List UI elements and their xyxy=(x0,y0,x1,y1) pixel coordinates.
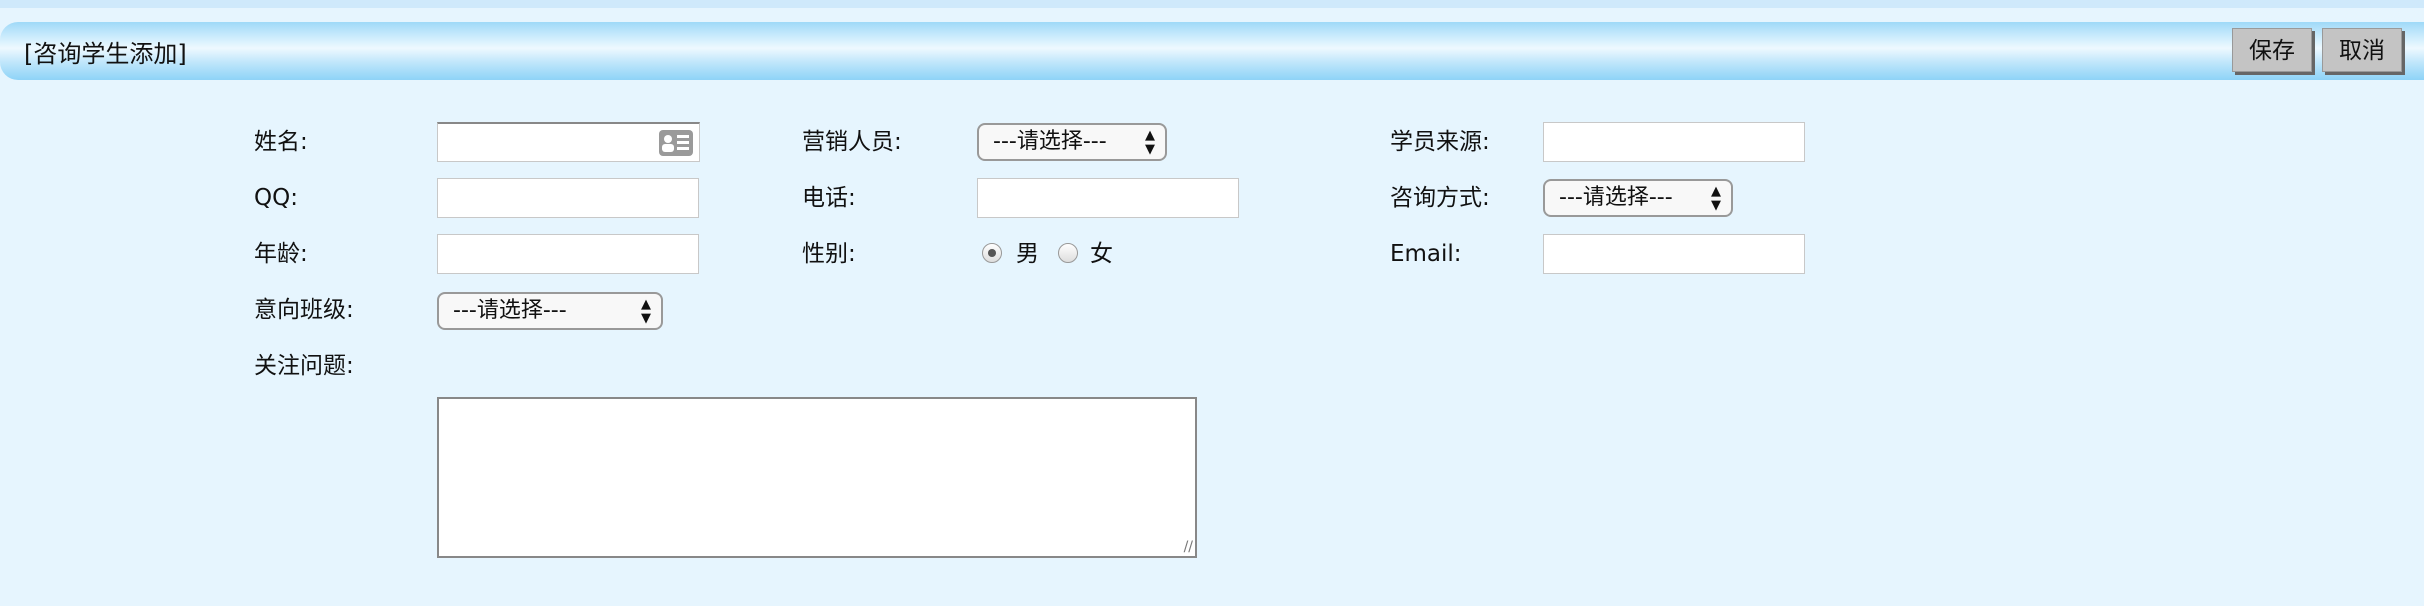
phone-label: 电话: xyxy=(802,185,856,211)
select-arrows-icon: ▲ ▼ xyxy=(1145,128,1155,157)
class-select[interactable]: ---请选择--- ▲ ▼ xyxy=(437,292,663,330)
consult-method-label: 咨询方式: xyxy=(1390,185,1490,211)
qq-label: QQ: xyxy=(254,185,298,211)
consult-method-select-value: ---请选择--- xyxy=(1559,185,1673,210)
name-label: 姓名: xyxy=(254,129,308,155)
email-input[interactable] xyxy=(1543,234,1805,274)
gender-label: 性别: xyxy=(802,241,856,267)
top-strip xyxy=(0,0,2424,8)
gender-male-radio[interactable] xyxy=(982,243,1002,263)
contact-card-icon xyxy=(659,130,693,156)
gender-female-radio[interactable] xyxy=(1058,243,1078,263)
select-arrows-icon: ▲ ▼ xyxy=(641,297,651,326)
marketer-select[interactable]: ---请选择--- ▲ ▼ xyxy=(977,123,1167,161)
phone-input[interactable] xyxy=(977,178,1239,218)
marketer-label: 营销人员: xyxy=(802,129,902,155)
source-input[interactable] xyxy=(1543,122,1805,162)
class-select-value: ---请选择--- xyxy=(453,298,567,323)
gender-male-label: 男 xyxy=(1016,241,1039,267)
concern-textarea[interactable]: // xyxy=(437,397,1197,558)
consult-method-select[interactable]: ---请选择--- ▲ ▼ xyxy=(1543,179,1733,217)
page-title: [咨询学生添加] xyxy=(24,40,187,68)
source-label: 学员来源: xyxy=(1390,129,1490,155)
gender-female-label: 女 xyxy=(1090,241,1113,267)
qq-input[interactable] xyxy=(437,178,699,218)
save-button[interactable]: 保存 xyxy=(2232,28,2312,72)
marketer-select-value: ---请选择--- xyxy=(993,129,1107,154)
page-header: [咨询学生添加] 保存 取消 xyxy=(0,22,2424,80)
age-input[interactable] xyxy=(437,234,699,274)
age-label: 年龄: xyxy=(254,241,308,267)
resize-grip-icon[interactable]: // xyxy=(1184,539,1193,555)
select-arrows-icon: ▲ ▼ xyxy=(1711,184,1721,213)
concern-label: 关注问题: xyxy=(254,353,354,379)
name-input[interactable] xyxy=(437,122,700,162)
cancel-button[interactable]: 取消 xyxy=(2322,28,2402,72)
class-label: 意向班级: xyxy=(254,297,354,323)
email-label: Email: xyxy=(1390,241,1462,267)
